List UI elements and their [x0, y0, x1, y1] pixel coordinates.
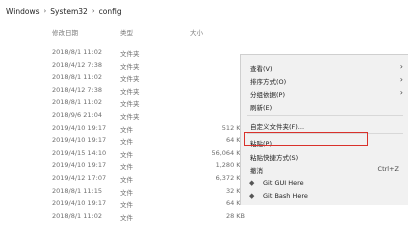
row-size: 32 KB — [225, 186, 245, 195]
table-row[interactable]: 2019/4/12 17:07 文件 6,372 KB — [0, 172, 245, 185]
row-type: 文件 — [120, 138, 133, 147]
menu-item-label: 分组依据(P) — [250, 91, 285, 99]
column-header-size[interactable]: 大小 — [190, 27, 203, 37]
row-date: 2019/4/10 19:17 — [52, 199, 107, 208]
row-type: 文件 — [120, 201, 133, 210]
row-size: 64 KB — [225, 136, 245, 145]
table-row[interactable]: 2018/4/12 7:38 文件夹 — [0, 84, 245, 97]
menu-item-customize-folder[interactable]: 自定义文件夹(F)... — [241, 119, 408, 131]
row-date: 2019/4/10 19:17 — [52, 161, 107, 170]
menu-item-label: Git Bash Here — [263, 192, 308, 200]
row-type: 文件 — [120, 175, 133, 184]
chevron-right-icon: › — [91, 7, 95, 15]
menu-item-group[interactable]: 分组依据(P) › — [241, 87, 408, 99]
menu-item-label: 自定义文件夹(F)... — [250, 123, 305, 131]
row-date: 2019/4/15 14:10 — [52, 148, 107, 157]
table-row[interactable]: 2018/8/1 11:02 文件夹 — [0, 96, 245, 109]
menu-item-label: 查看(V) — [250, 65, 273, 73]
row-type: 文件夹 — [120, 112, 140, 121]
row-type: 文件 — [120, 150, 133, 159]
row-size: 64 KB — [225, 199, 245, 208]
row-type: 文件 — [120, 213, 133, 222]
menu-item-sort[interactable]: 排序方式(O) › — [241, 74, 408, 86]
table-row[interactable]: 2018/8/1 11:02 文件 28 KB — [0, 210, 245, 223]
row-type: 文件夹 — [120, 87, 140, 96]
menu-separator — [247, 115, 403, 116]
menu-item-label: 撤消 — [250, 167, 263, 175]
column-header: 修改日期 类型 大小 — [0, 27, 408, 41]
menu-item-undo[interactable]: 撤消 Ctrl+Z — [241, 163, 408, 175]
breadcrumb-item-config[interactable]: config — [99, 7, 122, 16]
row-type: 文件夹 — [120, 75, 140, 84]
breadcrumb: Windows › System32 › config — [0, 0, 408, 22]
table-row[interactable]: 2019/4/15 14:10 文件 56,064 KB — [0, 147, 245, 160]
table-row[interactable]: 2018/9/6 21:04 文件夹 — [0, 109, 245, 122]
breadcrumb-item-windows[interactable]: Windows — [0, 7, 39, 16]
table-row[interactable]: 2018/8/1 11:15 文件 32 KB — [0, 185, 245, 198]
row-size: 56,064 KB — [211, 148, 245, 157]
chevron-right-icon: › — [399, 75, 403, 84]
column-header-type[interactable]: 类型 — [120, 27, 133, 37]
table-row[interactable]: 2018/8/1 11:02 文件夹 — [0, 71, 245, 84]
menu-item-git-bash[interactable]: ◆ Git Bash Here — [241, 190, 408, 202]
menu-item-label: 排序方式(O) — [250, 78, 287, 86]
row-date: 2019/4/10 19:17 — [52, 123, 107, 132]
breadcrumb-item-system32[interactable]: System32 — [50, 7, 88, 16]
row-size: 6,372 KB — [215, 173, 245, 182]
row-date: 2018/9/6 21:04 — [52, 110, 102, 119]
paste-highlight-box — [244, 132, 368, 146]
row-date: 2018/4/12 7:38 — [52, 85, 102, 94]
table-row[interactable]: 2019/4/10 19:17 文件 1,280 KB — [0, 159, 245, 172]
row-size: 512 KB — [221, 123, 245, 132]
table-row[interactable]: 2019/4/10 19:17 文件 64 KB — [0, 134, 245, 147]
row-date: 2018/4/12 7:38 — [52, 60, 102, 69]
row-type: 文件 — [120, 188, 133, 197]
menu-item-label: 刷新(E) — [250, 104, 273, 112]
row-date: 2019/4/10 19:17 — [52, 136, 107, 145]
menu-item-view[interactable]: 查看(V) › — [241, 61, 408, 73]
row-date: 2019/4/12 17:07 — [52, 173, 107, 182]
row-type: 文件 — [120, 125, 133, 134]
menu-item-paste-shortcut[interactable]: 粘贴快捷方式(S) — [241, 150, 408, 162]
row-size: 1,280 KB — [215, 161, 245, 170]
table-row[interactable]: 2018/4/12 7:38 文件夹 — [0, 59, 245, 72]
row-size: 28 KB — [225, 211, 245, 220]
chevron-right-icon: › — [399, 62, 403, 71]
row-date: 2018/8/1 11:02 — [52, 211, 102, 220]
row-date: 2018/8/1 11:15 — [52, 186, 102, 195]
menu-item-label: Git GUI Here — [263, 179, 304, 187]
row-type: 文件 — [120, 163, 133, 172]
column-header-date[interactable]: 修改日期 — [52, 27, 78, 37]
git-icon: ◆ — [249, 179, 255, 187]
file-list: 2018/8/1 11:02 文件夹 2018/4/12 7:38 文件夹 2018… — [0, 46, 245, 222]
git-icon: ◆ — [249, 192, 255, 200]
menu-item-git-gui[interactable]: ◆ Git GUI Here — [241, 177, 408, 189]
menu-item-label: 粘贴快捷方式(S) — [250, 154, 299, 162]
menu-item-shortcut: Ctrl+Z — [377, 165, 399, 173]
chevron-right-icon: › — [43, 7, 47, 15]
menu-item-refresh[interactable]: 刷新(E) — [241, 100, 408, 112]
table-row[interactable]: 2018/8/1 11:02 文件夹 — [0, 46, 245, 59]
chevron-right-icon: › — [399, 88, 403, 97]
row-date: 2018/8/1 11:02 — [52, 98, 102, 107]
row-type: 文件夹 — [120, 50, 140, 58]
table-row[interactable]: 2019/4/10 19:17 文件 64 KB — [0, 197, 245, 210]
row-date: 2018/8/1 11:02 — [52, 48, 102, 56]
context-menu: 查看(V) › 排序方式(O) › 分组依据(P) › 刷新(E) 自定义文件夹… — [240, 54, 408, 205]
row-date: 2018/8/1 11:02 — [52, 73, 102, 82]
row-type: 文件夹 — [120, 100, 140, 109]
row-type: 文件夹 — [120, 62, 140, 71]
table-row[interactable]: 2019/4/10 19:17 文件 512 KB — [0, 122, 245, 135]
